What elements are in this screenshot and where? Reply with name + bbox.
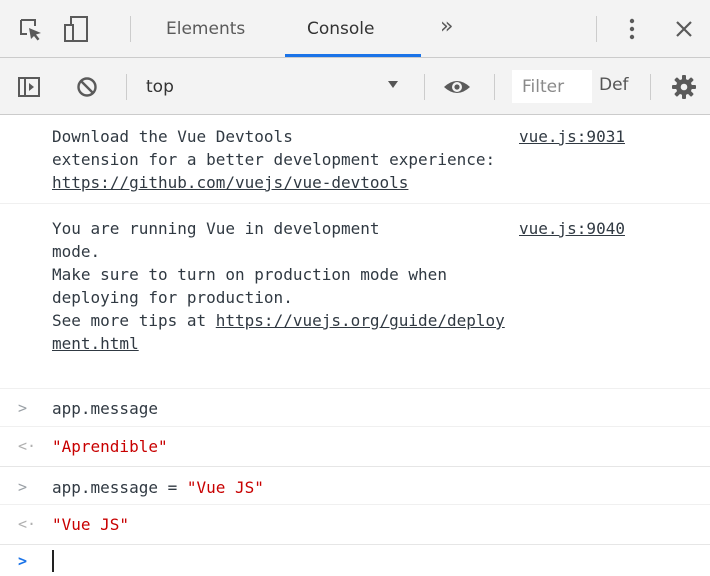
close-icon[interactable] (672, 17, 696, 41)
message-url-link[interactable]: https://vuejs.org/guide/deploy (216, 311, 505, 330)
message-url-link[interactable]: https://github.com/vuejs/vue-devtools (52, 171, 408, 194)
inspect-element-icon[interactable] (18, 17, 44, 43)
console-message: You are running Vue in development vue.j… (0, 204, 710, 389)
active-tab-indicator (285, 54, 421, 57)
result-arrow-icon: <· (18, 515, 37, 533)
kebab-menu-icon[interactable] (622, 16, 642, 42)
sidebar-toggle-icon[interactable] (16, 74, 42, 100)
context-selector[interactable]: top (146, 58, 422, 115)
console-message: Download the Vue Devtools vue.js:9031 ex… (0, 115, 710, 204)
input-code-string: "Vue JS" (186, 478, 264, 497)
clear-console-icon[interactable] (74, 74, 100, 100)
result-arrow-icon: <· (18, 437, 37, 455)
prompt-chevron-icon: > (18, 478, 28, 496)
tab-elements[interactable]: Elements (166, 19, 245, 39)
active-prompt-chevron-icon: > (18, 552, 28, 570)
source-link[interactable]: vue.js:9040 (519, 217, 625, 240)
filter-placeholder: Filter (522, 76, 565, 97)
toolbar-separator (650, 74, 651, 100)
more-tabs-icon[interactable]: » (440, 14, 453, 39)
console-input-entry: > app.message = "Vue JS" (0, 467, 710, 505)
message-line: deploying for production. (52, 288, 293, 307)
tabbar-separator (596, 16, 597, 42)
filter-input[interactable]: Filter (512, 70, 592, 103)
message-line: See more tips at https://vuejs.org/guide… (52, 309, 505, 332)
message-line: Make sure to turn on production mode whe… (52, 265, 447, 284)
message-line: You are running Vue in development (52, 219, 380, 238)
tabbar-separator (130, 16, 131, 42)
console-prompt[interactable]: > (0, 545, 710, 576)
message-line: Download the Vue Devtools (52, 127, 293, 146)
console-result-entry: <· "Vue JS" (0, 505, 710, 545)
result-value: "Aprendible" (52, 437, 168, 456)
message-url-link[interactable]: ment.html (52, 332, 139, 355)
console-result-entry: <· "Aprendible" (0, 427, 710, 467)
eye-icon[interactable] (441, 74, 473, 100)
console-toolbar: top Filter Def (0, 58, 710, 115)
message-line: mode. (52, 242, 101, 261)
devtools-tabbar: Elements Console » (0, 0, 710, 58)
source-link[interactable]: vue.js:9031 (519, 125, 625, 148)
gear-icon[interactable] (670, 73, 698, 101)
message-line: extension for a better development exper… (52, 150, 496, 169)
toolbar-separator (424, 74, 425, 100)
prompt-chevron-icon: > (18, 399, 28, 417)
input-code: app.message (52, 399, 158, 418)
context-value: top (146, 76, 174, 97)
console-input-entry: > app.message (0, 389, 710, 427)
toolbar-separator (126, 74, 127, 100)
toolbar-separator (494, 74, 495, 100)
message-text: See more tips at (52, 311, 216, 330)
input-code: app.message = "Vue JS" (52, 476, 264, 499)
text-cursor (52, 550, 54, 572)
log-levels-dropdown[interactable]: Def (599, 75, 629, 95)
result-value: "Vue JS" (52, 515, 130, 534)
input-code-expression: app.message = (52, 478, 187, 497)
dropdown-arrow-icon (388, 81, 398, 88)
tab-console[interactable]: Console (307, 19, 375, 39)
device-toolbar-icon[interactable] (62, 14, 90, 44)
